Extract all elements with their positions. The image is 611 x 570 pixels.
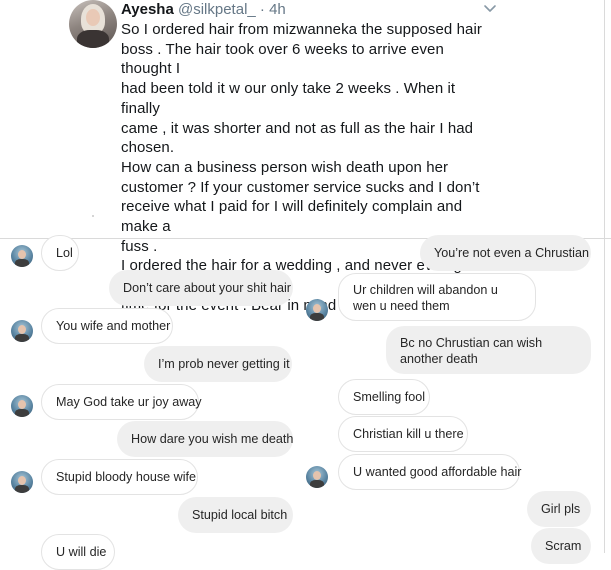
message-bubble-may-god[interactable]: May God take ur joy away bbox=[41, 384, 202, 420]
message-bubble-christian-kill[interactable]: Christian kill u there bbox=[338, 416, 468, 452]
avatar-face bbox=[86, 9, 100, 26]
chat-avatar bbox=[306, 299, 328, 321]
chat-avatar bbox=[306, 466, 328, 488]
message-bubble-not-chrustian[interactable]: You’re not even a Chrustian bbox=[420, 235, 591, 271]
screenshot-edge-line bbox=[604, 0, 605, 553]
message-bubble-bc-no[interactable]: Bc no Chrustian can wish another death bbox=[386, 326, 591, 374]
message-bubble-stupid-house[interactable]: Stupid bloody house wife bbox=[41, 459, 198, 495]
chat-avatar bbox=[11, 471, 33, 493]
message-bubble-lol[interactable]: Lol bbox=[41, 235, 79, 271]
message-bubble-dont-care[interactable]: Don’t care about your shit hair bbox=[109, 270, 293, 306]
stray-dot bbox=[92, 215, 94, 217]
message-bubble-will-die[interactable]: U will die bbox=[41, 534, 115, 570]
tweet-author-avatar[interactable] bbox=[69, 0, 117, 48]
message-bubble-abandon[interactable]: Ur children will abandon u wen u need th… bbox=[338, 273, 536, 321]
chat-avatar bbox=[11, 395, 33, 417]
message-bubble-scram[interactable]: Scram bbox=[531, 528, 591, 564]
message-bubble-girl-pls[interactable]: Girl pls bbox=[527, 491, 591, 527]
message-bubble-never-getting[interactable]: I’m prob never getting it bbox=[144, 346, 292, 382]
chat-avatar bbox=[11, 245, 33, 267]
tweet-author-name[interactable]: Ayesha bbox=[121, 1, 174, 18]
message-bubble-you-wife[interactable]: You wife and mother bbox=[41, 308, 173, 344]
message-bubble-smelling[interactable]: Smelling fool bbox=[338, 379, 430, 415]
tweet-handle-time: @silkpetal_ · 4h bbox=[173, 1, 286, 18]
message-bubble-affordable[interactable]: U wanted good affordable hair bbox=[338, 454, 522, 490]
chat-avatar bbox=[11, 320, 33, 342]
avatar-body bbox=[77, 30, 109, 48]
message-bubble-stupid-local[interactable]: Stupid local bitch bbox=[178, 497, 293, 533]
chevron-down-icon[interactable] bbox=[483, 4, 497, 14]
message-bubble-how-dare[interactable]: How dare you wish me death bbox=[117, 421, 293, 457]
tweet-header: Ayesha @silkpetal_ · 4h bbox=[121, 1, 286, 19]
